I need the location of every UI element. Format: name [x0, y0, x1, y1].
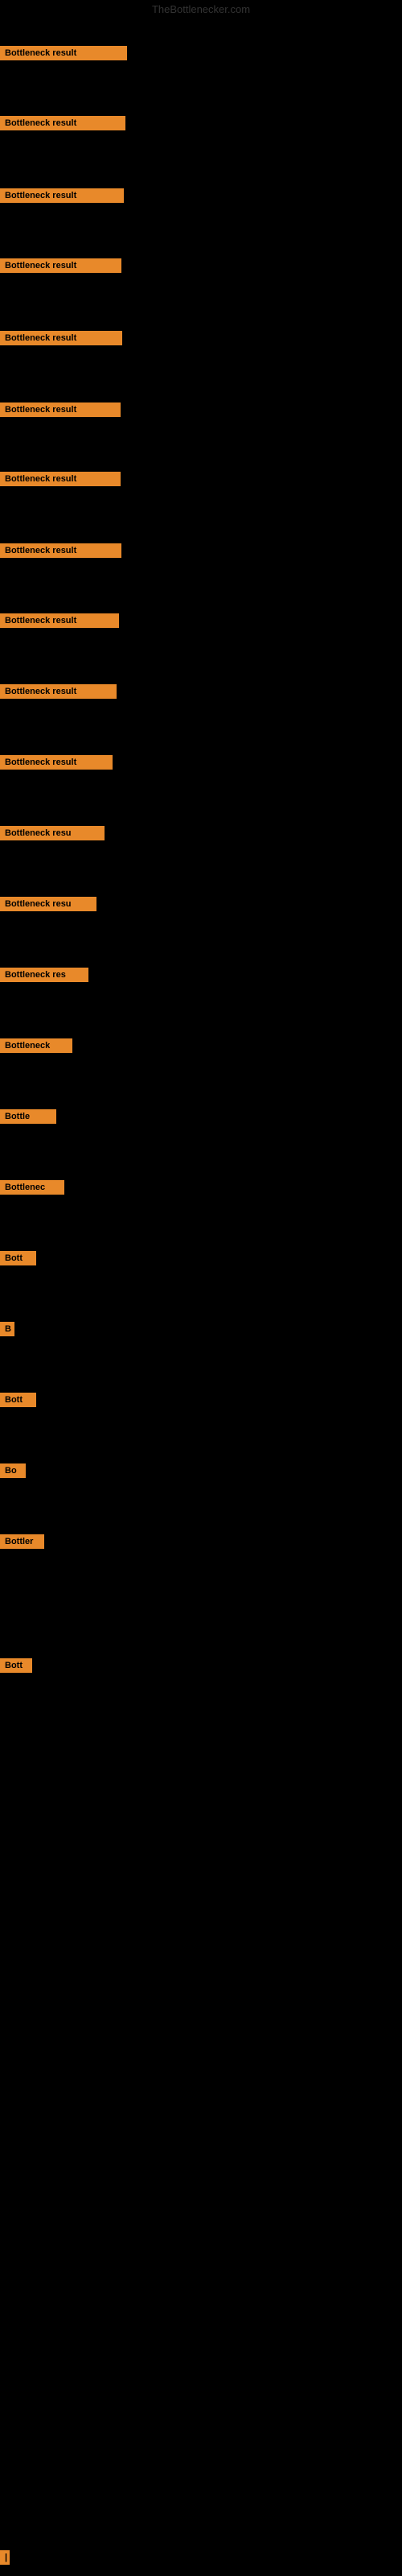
bottleneck-badge-11: Bottleneck result: [0, 755, 113, 774]
bottleneck-badge-7: Bottleneck result: [0, 472, 121, 490]
bottleneck-badge-text-2: Bottleneck result: [0, 116, 125, 130]
bottleneck-badge-text-17: Bottlenec: [0, 1180, 64, 1195]
bottleneck-badge-5: Bottleneck result: [0, 331, 122, 349]
bottleneck-badge-8: Bottleneck result: [0, 543, 121, 562]
bottleneck-badge-text-23: Bott: [0, 1658, 32, 1673]
bottleneck-badge-text-21: Bo: [0, 1463, 26, 1478]
bottleneck-badge-21: Bo: [0, 1463, 26, 1482]
bottleneck-badge-15: Bottleneck: [0, 1038, 72, 1057]
bottleneck-badge-2: Bottleneck result: [0, 116, 125, 134]
bottleneck-badge-text-15: Bottleneck: [0, 1038, 72, 1053]
bottleneck-badge-text-14: Bottleneck res: [0, 968, 88, 982]
bottleneck-badge-4: Bottleneck result: [0, 258, 121, 277]
bottleneck-badge-text-19: B: [0, 1322, 14, 1336]
bottleneck-badge-text-11: Bottleneck result: [0, 755, 113, 770]
bottleneck-badge-20: Bott: [0, 1393, 36, 1411]
bottleneck-badge-1: Bottleneck result: [0, 46, 127, 64]
bottleneck-badge-text-5: Bottleneck result: [0, 331, 122, 345]
bottleneck-badge-text-9: Bottleneck result: [0, 613, 119, 628]
bottleneck-badge-text-18: Bott: [0, 1251, 36, 1265]
bottleneck-badge-text-20: Bott: [0, 1393, 36, 1407]
bottleneck-badge-24: |: [0, 2550, 10, 2569]
bottleneck-badge-9: Bottleneck result: [0, 613, 119, 632]
bottleneck-badge-text-6: Bottleneck result: [0, 402, 121, 417]
site-title: TheBottlenecker.com: [0, 3, 402, 15]
bottleneck-badge-13: Bottleneck resu: [0, 897, 96, 915]
bottleneck-badge-text-7: Bottleneck result: [0, 472, 121, 486]
bottleneck-badge-text-3: Bottleneck result: [0, 188, 124, 203]
bottleneck-badge-text-12: Bottleneck resu: [0, 826, 105, 840]
bottleneck-badge-text-8: Bottleneck result: [0, 543, 121, 558]
bottleneck-badge-text-1: Bottleneck result: [0, 46, 127, 60]
bottleneck-badge-22: Bottler: [0, 1534, 44, 1553]
bottleneck-badge-12: Bottleneck resu: [0, 826, 105, 844]
bottleneck-badge-23: Bott: [0, 1658, 32, 1677]
bottleneck-badge-17: Bottlenec: [0, 1180, 64, 1199]
bottleneck-badge-6: Bottleneck result: [0, 402, 121, 421]
bottleneck-badge-18: Bott: [0, 1251, 36, 1269]
bottleneck-badge-text-4: Bottleneck result: [0, 258, 121, 273]
bottleneck-badge-10: Bottleneck result: [0, 684, 117, 703]
bottleneck-badge-16: Bottle: [0, 1109, 56, 1128]
bottleneck-badge-3: Bottleneck result: [0, 188, 124, 207]
bottleneck-badge-text-13: Bottleneck resu: [0, 897, 96, 911]
bottleneck-badge-text-16: Bottle: [0, 1109, 56, 1124]
bottleneck-badge-text-10: Bottleneck result: [0, 684, 117, 699]
bottleneck-badge-14: Bottleneck res: [0, 968, 88, 986]
bottleneck-badge-text-22: Bottler: [0, 1534, 44, 1549]
bottleneck-badge-19: B: [0, 1322, 14, 1340]
bottleneck-badge-text-24: |: [0, 2550, 10, 2565]
